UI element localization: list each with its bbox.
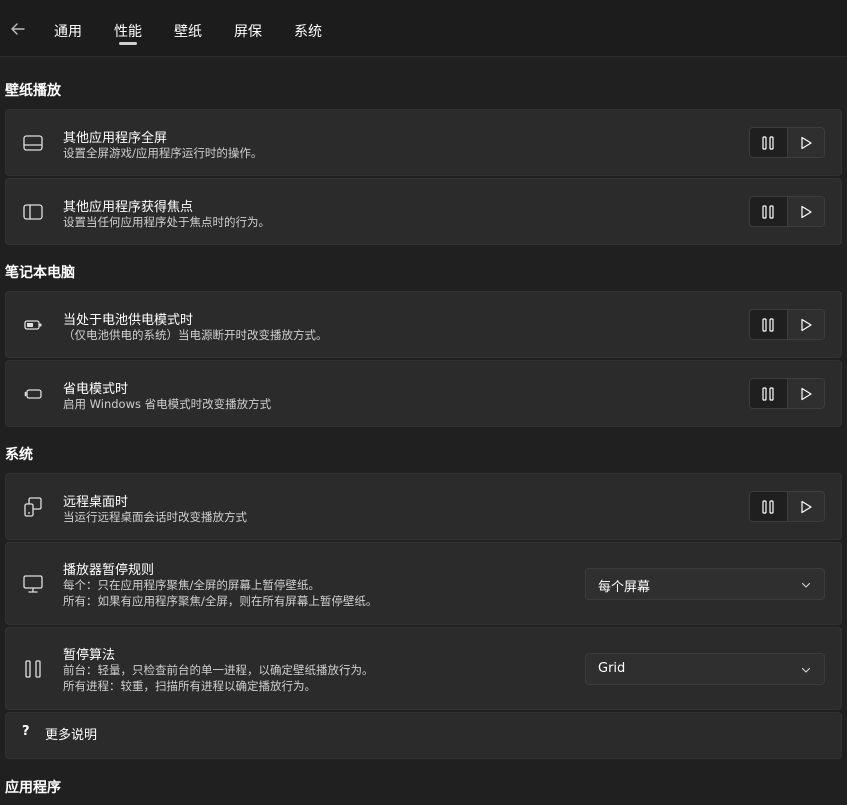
tab-wallpaper[interactable]: 壁纸 (174, 21, 202, 41)
setting-title: 其他应用程序获得焦点 (63, 200, 194, 215)
play-icon (801, 500, 812, 513)
pause-button[interactable] (750, 492, 787, 521)
pause-play-toggle (749, 196, 825, 227)
setting-card-battery-mode: 当处于电池供电模式时 （仅电池供电的系统）当电源断开时改变播放方式。 (5, 291, 842, 358)
setting-title: 暂停算法 (63, 648, 116, 663)
setting-description: 启用 Windows 省电模式时改变播放方式 (63, 397, 272, 411)
pause-icon (25, 660, 41, 678)
section-title-wallpaper-playback: 壁纸播放 (5, 83, 61, 99)
pause-rule-dropdown[interactable]: 每个屏幕 (585, 568, 825, 600)
setting-title: 远程桌面时 (63, 495, 129, 510)
play-button[interactable] (786, 310, 824, 339)
tab-performance[interactable]: 性能 (114, 21, 142, 41)
pause-icon (762, 135, 774, 150)
pause-button[interactable] (750, 310, 787, 339)
tab-screensaver[interactable]: 屏保 (234, 21, 262, 41)
battery-icon (24, 320, 42, 330)
pause-play-toggle (749, 127, 825, 158)
pause-play-toggle (749, 491, 825, 522)
more-info-expander[interactable]: ? 更多说明 (5, 712, 842, 759)
pause-icon (762, 204, 774, 219)
section-title-system: 系统 (5, 447, 33, 463)
play-button[interactable] (786, 492, 824, 521)
focused-window-icon (23, 204, 43, 220)
dropdown-selected-value: 每个屏幕 (598, 580, 651, 595)
setting-card-app-focus: 其他应用程序获得焦点 设置当任何应用程序处于焦点时的行为。 (5, 178, 842, 245)
pause-icon (762, 499, 774, 514)
setting-title: 省电模式时 (63, 382, 129, 397)
help-icon: ? (22, 724, 30, 739)
play-icon (801, 318, 812, 331)
pause-icon (762, 317, 774, 332)
pause-icon (762, 386, 774, 401)
play-icon (801, 136, 812, 149)
setting-description: 当运行远程桌面会话时改变播放方式 (63, 510, 247, 524)
setting-card-battery-saver: 省电模式时 启用 Windows 省电模式时改变播放方式 (5, 360, 842, 427)
chevron-down-icon (801, 667, 811, 673)
section-title-applications: 应用程序 (5, 780, 61, 796)
remote-desktop-icon (24, 497, 42, 517)
setting-description-line1: 每个：只在应用程序聚焦/全屏的屏幕上暂停壁纸。 (63, 578, 320, 592)
battery-saver-icon (24, 389, 42, 399)
play-button[interactable] (786, 379, 824, 408)
setting-card-remote-desktop: 远程桌面时 当运行远程桌面会话时改变播放方式 (5, 473, 842, 540)
setting-title: 当处于电池供电模式时 (63, 313, 194, 328)
pause-play-toggle (749, 309, 825, 340)
pause-button[interactable] (750, 379, 787, 408)
play-button[interactable] (786, 128, 824, 157)
play-icon (801, 205, 812, 218)
pause-play-toggle (749, 378, 825, 409)
top-nav-bar: 通用 性能 壁纸 屏保 系统 (0, 0, 847, 57)
tab-selected-indicator (119, 42, 137, 45)
chevron-down-icon (801, 582, 811, 588)
setting-card-app-fullscreen: 其他应用程序全屏 设置全屏游戏/应用程序运行时的操作。 (5, 109, 842, 176)
section-title-laptop: 笔记本电脑 (5, 265, 75, 281)
pause-algorithm-dropdown[interactable]: Grid (585, 653, 825, 685)
setting-card-pause-algorithm: 暂停算法 前台：轻量，只检查前台的单一进程，以确定壁纸播放行为。 所有进程：较重… (5, 627, 842, 710)
setting-title: 播放器暂停规则 (63, 563, 155, 578)
pause-button[interactable] (750, 197, 787, 226)
tab-general[interactable]: 通用 (54, 21, 82, 41)
setting-description: （仅电池供电的系统）当电源断开时改变播放方式。 (63, 328, 328, 342)
pause-button[interactable] (750, 128, 787, 157)
setting-description: 设置当任何应用程序处于焦点时的行为。 (63, 215, 270, 229)
fullscreen-window-icon (23, 135, 43, 151)
setting-description: 设置全屏游戏/应用程序运行时的操作。 (63, 146, 263, 160)
setting-title: 其他应用程序全屏 (63, 131, 168, 146)
monitor-icon (23, 575, 43, 593)
play-icon (801, 387, 812, 400)
play-button[interactable] (786, 197, 824, 226)
dropdown-selected-value: Grid (598, 661, 626, 676)
back-arrow-icon[interactable] (9, 20, 27, 38)
setting-description-line2: 所有进程：较重，扫描所有进程以确定播放行为。 (63, 679, 316, 693)
setting-description-line2: 所有：如果有应用程序聚焦/全屏，则在所有屏幕上暂停壁纸。 (63, 594, 378, 608)
tab-system[interactable]: 系统 (294, 21, 322, 41)
setting-card-pause-rule: 播放器暂停规则 每个：只在应用程序聚焦/全屏的屏幕上暂停壁纸。 所有：如果有应用… (5, 542, 842, 625)
more-info-label: 更多说明 (45, 728, 98, 743)
setting-description-line1: 前台：轻量，只检查前台的单一进程，以确定壁纸播放行为。 (63, 663, 374, 677)
